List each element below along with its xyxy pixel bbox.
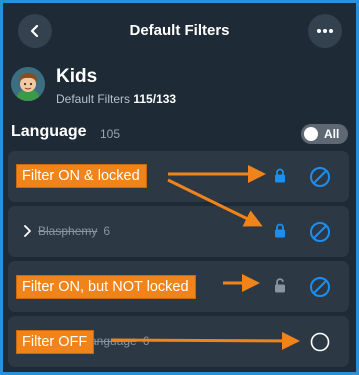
filter-label: Blasphemy 6 [38,224,110,238]
filter-word-count: 6 [103,224,111,238]
callout-filter-off: Filter OFF [16,330,95,354]
toggle-label: All [324,127,340,141]
more-options-button[interactable] [308,14,342,48]
profile-subtitle: Default Filters 115/133 [56,92,176,106]
app-frame: Default Filters Kids Default Filters 115… [0,0,359,375]
blocked-icon[interactable] [309,221,331,243]
screen: Default Filters Kids Default Filters 115… [3,3,356,372]
filter-word-count: 6 [142,334,150,348]
blocked-icon[interactable] [309,166,331,188]
profile-name: Kids [56,66,98,87]
all-toggle[interactable]: All [301,124,348,144]
filter-name: Blasphemy [38,224,98,238]
callout-filter-on-locked: Filter ON & locked [16,164,147,188]
lock-closed-icon[interactable] [274,168,286,183]
kid-avatar-icon [11,67,45,101]
chevron-right-icon[interactable] [23,225,31,237]
toggle-knob [304,127,318,141]
filter-row[interactable]: Blasphemy 6 [8,206,349,257]
section-title: Language [11,123,87,140]
page-title: Default Filters [129,22,230,39]
lock-closed-icon[interactable] [274,223,286,238]
more-horizontal-icon [317,29,333,33]
filter-count: 115/133 [133,92,177,106]
lock-open-icon[interactable] [274,278,286,293]
callout-filter-on-unlocked: Filter ON, but NOT locked [16,275,196,299]
blocked-icon[interactable] [309,276,331,298]
section-count: 105 [100,127,121,141]
empty-circle-icon[interactable] [309,331,331,353]
profile-subtitle-label: Default Filters [56,92,131,106]
avatar [11,67,45,101]
